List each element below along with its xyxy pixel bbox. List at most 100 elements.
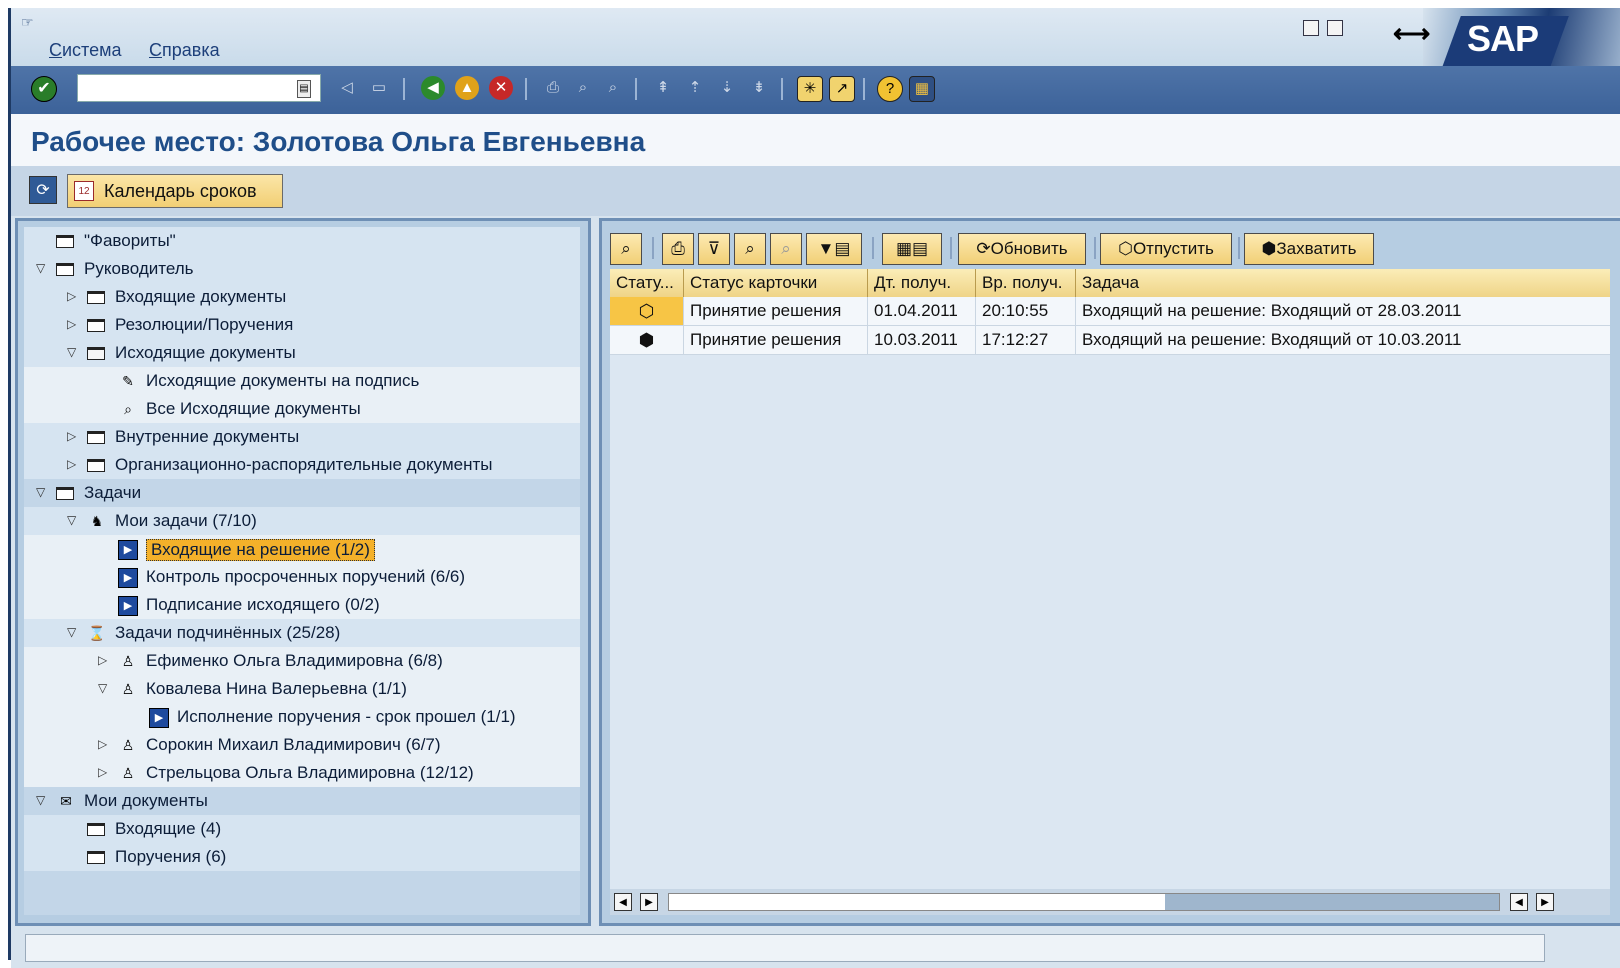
tree-node[interactable]: ▷ Организационно-распорядительные докумен…: [24, 451, 580, 479]
release-button[interactable]: ⬡Отпустить: [1100, 233, 1232, 265]
tree-node[interactable]: Входящие (4): [24, 815, 580, 843]
card-status-cell[interactable]: Принятие решения: [684, 297, 868, 325]
minimize-icon[interactable]: [1303, 20, 1319, 36]
tree-node-label[interactable]: Исходящие документы на подпись: [146, 371, 419, 391]
collapse-icon[interactable]: ▽: [98, 681, 110, 695]
horizontal-scrollbar[interactable]: ◀ ▶ ◀ ▶: [610, 889, 1610, 915]
menu-system[interactable]: Система: [49, 40, 122, 61]
command-field[interactable]: [77, 74, 321, 102]
shortcut-icon[interactable]: ↗: [829, 76, 855, 102]
column-header-date[interactable]: Дт. получ.: [868, 269, 976, 297]
arrow-left-icon[interactable]: ◁: [335, 76, 359, 100]
tree-node[interactable]: ▶ Подписание исходящего (0/2): [24, 591, 580, 619]
menu-help[interactable]: Справка: [149, 40, 220, 61]
tree-node[interactable]: ▷ Внутренние документы: [24, 423, 580, 451]
expand-icon[interactable]: ▷: [98, 737, 110, 751]
collapse-icon[interactable]: ▽: [67, 345, 79, 359]
task-cell[interactable]: Входящий на решение: Входящий от 28.03.2…: [1076, 297, 1610, 325]
tree-node-label[interactable]: Задачи подчинённых (25/28): [115, 623, 340, 643]
open-box-icon[interactable]: ⬡: [610, 297, 684, 325]
print-icon[interactable]: ⎙: [662, 233, 694, 265]
scroll-right-icon[interactable]: ▶: [640, 893, 658, 911]
tree-node-label[interactable]: Стрельцова Ольга Владимировна (12/12): [146, 763, 474, 783]
tree-node[interactable]: ▽ ♙ Ковалева Нина Валерьевна (1/1): [24, 675, 580, 703]
window-menu-icon[interactable]: ☞: [21, 14, 39, 30]
enter-icon[interactable]: ✔: [31, 76, 57, 102]
tree-node-label[interactable]: Задачи: [84, 483, 141, 503]
save-icon[interactable]: ▭: [367, 76, 391, 100]
filter-icon[interactable]: ▼▤: [806, 233, 862, 265]
find-icon[interactable]: ⌕: [571, 76, 595, 100]
box-icon[interactable]: ⬢: [610, 326, 684, 354]
refresh-button[interactable]: ⟳Обновить: [958, 233, 1086, 265]
expand-icon[interactable]: ▷: [98, 765, 110, 779]
scroll-right-end-icon[interactable]: ▶: [1536, 893, 1554, 911]
print-icon[interactable]: ⎙: [541, 76, 565, 100]
tree-node[interactable]: ▷ Входящие документы: [24, 283, 580, 311]
tree-node[interactable]: ▽ ✉ Мои документы: [24, 787, 580, 815]
tree-node[interactable]: Поручения (6): [24, 843, 580, 871]
tree-node-label[interactable]: Подписание исходящего (0/2): [146, 595, 380, 615]
tree-node-label[interactable]: Сорокин Михаил Владимирович (6/7): [146, 735, 441, 755]
time-cell[interactable]: 20:10:55: [976, 297, 1076, 325]
card-status-cell[interactable]: Принятие решения: [684, 326, 868, 354]
help-icon[interactable]: ?: [877, 76, 903, 102]
column-header-task[interactable]: Задача: [1076, 269, 1610, 297]
tree-node[interactable]: ▽ Исходящие документы: [24, 339, 580, 367]
details-icon[interactable]: ⌕: [610, 233, 642, 265]
last-page-icon[interactable]: ⇟: [747, 76, 771, 100]
tree-node[interactable]: ▶ Исполнение поручения - срок прошел (1/1…: [24, 703, 580, 731]
tree-node[interactable]: ▽ Руководитель: [24, 255, 580, 283]
layout-select-icon[interactable]: ▦▤: [882, 233, 942, 265]
expand-icon[interactable]: ▷: [67, 317, 79, 331]
time-cell[interactable]: 17:12:27: [976, 326, 1076, 354]
date-cell[interactable]: 10.03.2011: [868, 326, 976, 354]
tree-node-label[interactable]: Входящие документы: [115, 287, 286, 307]
expand-icon[interactable]: ▷: [67, 457, 79, 471]
next-page-icon[interactable]: ⇣: [715, 76, 739, 100]
collapse-icon[interactable]: ▽: [36, 261, 48, 275]
back-icon[interactable]: ◀: [421, 76, 445, 100]
first-page-icon[interactable]: ⇞: [651, 76, 675, 100]
scroll-left-icon[interactable]: ◀: [614, 893, 632, 911]
collapse-icon[interactable]: ▽: [67, 625, 79, 639]
find-icon[interactable]: ⌕: [734, 233, 766, 265]
tree-node-label[interactable]: Входящие (4): [115, 819, 221, 839]
collapse-icon[interactable]: ▽: [67, 513, 79, 527]
tree-node-label[interactable]: Исполнение поручения - срок прошел (1/1): [177, 707, 516, 727]
tree-node-label[interactable]: Мои документы: [84, 791, 208, 811]
tree-node-label[interactable]: Организационно-распорядительные документ…: [115, 455, 493, 475]
refresh-icon[interactable]: ⟳: [29, 176, 57, 204]
maximize-icon[interactable]: [1327, 20, 1343, 36]
collapse-icon[interactable]: ▽: [36, 793, 48, 807]
tree-node[interactable]: ▷ Резолюции/Поручения: [24, 311, 580, 339]
tree-node[interactable]: ▶ Контроль просроченных поручений (6/6): [24, 563, 580, 591]
find-next-icon[interactable]: ⌕: [601, 76, 625, 100]
tree-node-label[interactable]: Поручения (6): [115, 847, 226, 867]
task-cell[interactable]: Входящий на решение: Входящий от 10.03.2…: [1076, 326, 1610, 354]
layout-icon[interactable]: ▦: [909, 76, 935, 102]
tree-node[interactable]: ▷ ♙ Сорокин Михаил Владимирович (6/7): [24, 731, 580, 759]
new-session-icon[interactable]: ✳: [797, 76, 823, 102]
tree-node-label[interactable]: Все Исходящие документы: [146, 399, 361, 419]
tree-node-label[interactable]: Исходящие документы: [115, 343, 296, 363]
tree-node-label[interactable]: "Фавориты": [84, 231, 176, 251]
column-header-card-status[interactable]: Статус карточки: [684, 269, 868, 297]
tree-node[interactable]: ▷ ♙ Стрельцова Ольга Владимировна (12/12): [24, 759, 580, 787]
tree-node-label[interactable]: Контроль просроченных поручений (6/6): [146, 567, 465, 587]
tree-node[interactable]: "Фавориты": [24, 227, 580, 255]
tree-node[interactable]: ▷ ♙ Ефименко Ольга Владимировна (6/8): [24, 647, 580, 675]
tree-node-label[interactable]: Руководитель: [84, 259, 194, 279]
date-cell[interactable]: 01.04.2011: [868, 297, 976, 325]
column-header-time[interactable]: Вр. получ.: [976, 269, 1076, 297]
tree-node-label[interactable]: Ефименко Ольга Владимировна (6/8): [146, 651, 443, 671]
capture-button[interactable]: ⬢Захватить: [1244, 233, 1374, 265]
tree-node[interactable]: ▽ Задачи: [24, 479, 580, 507]
table-row[interactable]: ⬢ Принятие решения 10.03.2011 17:12:27 В…: [610, 326, 1610, 355]
prev-page-icon[interactable]: ⇡: [683, 76, 707, 100]
collapse-icon[interactable]: ▽: [36, 485, 48, 499]
tree-node[interactable]: ▽ ⌛ Задачи подчинённых (25/28): [24, 619, 580, 647]
tree-node-label[interactable]: Внутренние документы: [115, 427, 299, 447]
tree-node[interactable]: ✎ Исходящие документы на подпись: [24, 367, 580, 395]
column-header-status[interactable]: Стату...: [610, 269, 684, 297]
